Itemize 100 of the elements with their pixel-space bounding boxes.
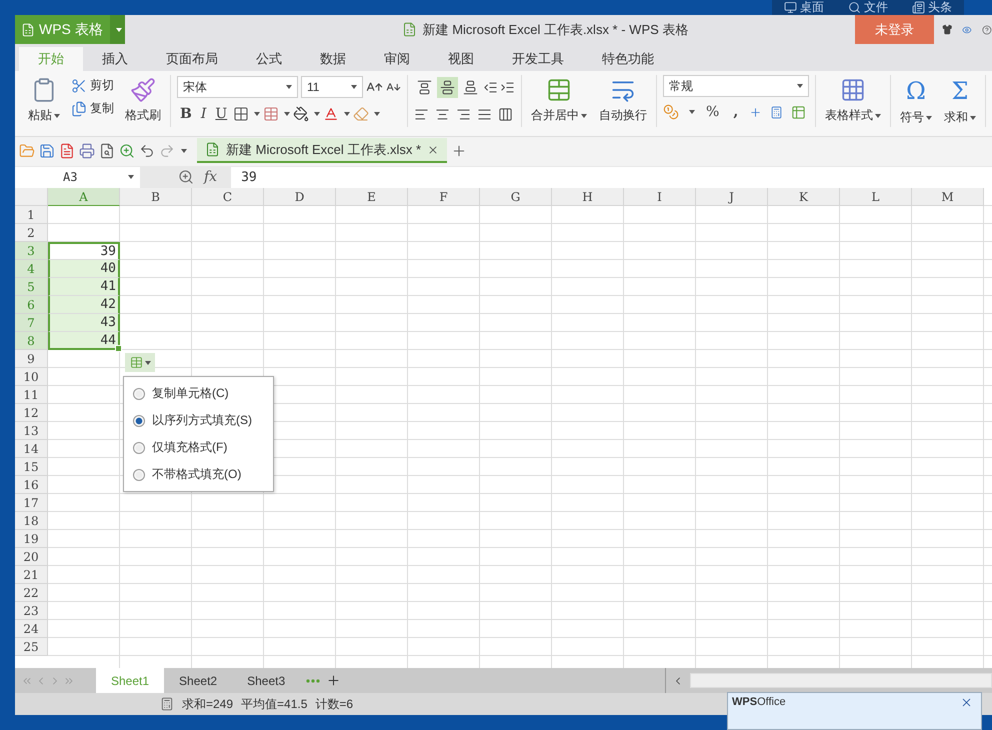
formula-input[interactable]: 39: [231, 166, 992, 188]
auto-fill-options-button[interactable]: [125, 353, 155, 372]
ribbon-tab[interactable]: 数据: [301, 47, 365, 71]
column-header[interactable]: C: [192, 188, 264, 206]
zoom-icon: [178, 169, 194, 185]
sum-button[interactable]: Σ 求和: [941, 75, 979, 128]
printer-icon: [79, 142, 95, 158]
menu-item[interactable]: 以序列方式填充(S): [124, 407, 273, 434]
row-header[interactable]: 23: [15, 602, 48, 620]
row-header[interactable]: 2: [15, 224, 48, 242]
document-tab[interactable]: 新建 Microsoft Excel 工作表.xlsx *: [197, 138, 448, 163]
outdent-icon: [500, 80, 515, 94]
row-header[interactable]: 9: [15, 350, 48, 368]
vertical-align-button[interactable]: [437, 76, 458, 98]
column-header[interactable]: G: [480, 188, 552, 206]
radio-button[interactable]: [133, 468, 145, 480]
align-left-icon: [414, 106, 429, 122]
row-header[interactable]: 25: [15, 638, 48, 656]
print-preview-icon: [99, 142, 115, 158]
column-header[interactable]: M: [912, 188, 984, 206]
row-header[interactable]: 13: [15, 422, 48, 440]
menu-item[interactable]: 不带格式填充(O): [124, 461, 273, 488]
menu-item[interactable]: 仅填充格式(F): [124, 434, 273, 461]
column-header[interactable]: I: [624, 188, 696, 206]
row-header[interactable]: 1: [15, 206, 48, 224]
sheet-tab[interactable]: Sheet2: [164, 668, 232, 693]
copy-button[interactable]: 复制: [69, 98, 116, 119]
caret-icon: [581, 114, 587, 118]
row-header[interactable]: 19: [15, 530, 48, 548]
more-icon[interactable]: [306, 678, 320, 682]
cut-button[interactable]: 剪切: [69, 75, 116, 96]
column-header[interactable]: B: [120, 188, 192, 206]
underline-button[interactable]: U: [212, 103, 230, 125]
bold-button[interactable]: B: [177, 103, 195, 125]
notification-title: WPSOffice: [732, 696, 786, 708]
row-header[interactable]: 22: [15, 584, 48, 602]
radio-button[interactable]: [133, 442, 145, 454]
font-name-select[interactable]: 宋体: [177, 76, 298, 98]
row-header[interactable]: 24: [15, 620, 48, 638]
merge-cells-icon: [546, 77, 572, 103]
row-header[interactable]: 18: [15, 512, 48, 530]
caret-icon: [344, 112, 350, 116]
row-header[interactable]: 15: [15, 458, 48, 476]
menu-item[interactable]: 复制单元格(C): [124, 380, 273, 407]
radio-button[interactable]: [133, 414, 145, 426]
caret-icon: [144, 360, 150, 364]
column-header[interactable]: K: [768, 188, 840, 206]
name-box[interactable]: A3: [15, 166, 140, 188]
column-header[interactable]: E: [336, 188, 408, 206]
indent-icon: [483, 80, 498, 94]
table-cell: 39: [48, 242, 120, 260]
scissors-icon: [71, 78, 87, 94]
row-header[interactable]: 11: [15, 386, 48, 404]
fill-handle[interactable]: [115, 345, 122, 352]
fill-color-icon: [293, 106, 310, 122]
table-style-icon: [840, 77, 866, 103]
column-header[interactable]: H: [552, 188, 624, 206]
undo-icon: [139, 142, 155, 158]
folder-icon: [19, 142, 35, 158]
desktop-bar-item[interactable]: 文件: [836, 0, 900, 15]
column-header[interactable]: F: [408, 188, 480, 206]
caret-icon: [689, 110, 695, 114]
horizontal-scrollbar[interactable]: [690, 673, 992, 688]
radio-button[interactable]: [133, 388, 145, 400]
row-header[interactable]: 17: [15, 494, 48, 512]
italic-button[interactable]: I: [198, 103, 210, 125]
number-format-select[interactable]: 常规: [663, 75, 809, 97]
table-cell: 44: [48, 332, 120, 350]
justify-icon: [477, 106, 492, 122]
ribbon-tab[interactable]: 页面布局: [147, 47, 237, 71]
row-header[interactable]: 21: [15, 566, 48, 584]
format-painter-button[interactable]: 格式刷: [122, 75, 164, 126]
column-header[interactable]: D: [264, 188, 336, 206]
ribbon-tab[interactable]: 开发工具: [493, 47, 583, 71]
document-icon: [912, 1, 925, 14]
row-header[interactable]: 20: [15, 548, 48, 566]
merge-center-button[interactable]: 合并居中: [528, 75, 590, 126]
desktop-bar-item[interactable]: 桌面: [772, 0, 836, 15]
ribbon-tab[interactable]: 视图: [429, 47, 493, 71]
comma-button[interactable]: ,: [730, 101, 742, 123]
paste-button[interactable]: 粘贴: [25, 75, 63, 126]
ribbon-tab[interactable]: 插入: [83, 47, 147, 71]
ribbon-tab[interactable]: 审阅: [365, 47, 429, 71]
row-header[interactable]: 12: [15, 404, 48, 422]
sheet-tab[interactable]: Sheet3: [232, 668, 300, 693]
row-header[interactable]: 16: [15, 476, 48, 494]
wrap-text-button[interactable]: 自动换行: [596, 75, 650, 126]
column-header[interactable]: L: [840, 188, 912, 206]
symbol-button[interactable]: Ω 符号: [897, 75, 935, 128]
menu-item-label: 仅填充格式(F): [152, 439, 228, 456]
desktop-bar-item[interactable]: 头条: [900, 0, 964, 15]
table-style-button[interactable]: 表格样式: [822, 75, 884, 126]
row-header[interactable]: 14: [15, 440, 48, 458]
ribbon-tab[interactable]: 公式: [237, 47, 301, 71]
font-size-select[interactable]: 11: [301, 76, 363, 98]
row-header[interactable]: 10: [15, 368, 48, 386]
column-header[interactable]: J: [696, 188, 768, 206]
percent-button[interactable]: %: [703, 101, 722, 123]
function-button[interactable]: fx: [204, 169, 218, 185]
ribbon-tab[interactable]: 特色功能: [583, 47, 673, 71]
